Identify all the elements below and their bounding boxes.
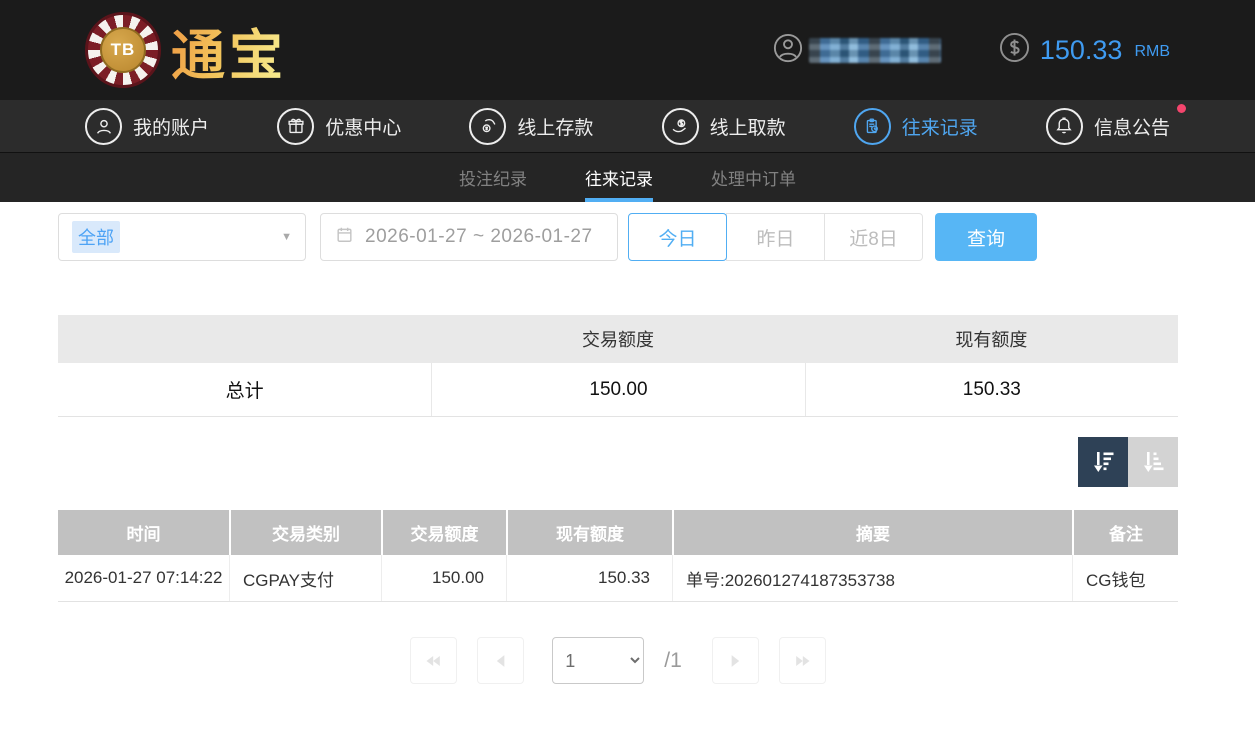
date-range-value: 2026-01-27 ~ 2026-01-27 (365, 226, 593, 248)
chevron-left-icon (491, 651, 511, 671)
nav-item-withdraw[interactable]: 线上取款 (662, 108, 786, 145)
tab-betting-records[interactable]: 投注纪录 (459, 153, 527, 202)
summary-total-row: 总计 150.00 150.33 (58, 363, 1178, 417)
last-page-button[interactable] (779, 637, 826, 684)
user-info[interactable] (773, 33, 941, 68)
summary-header-current-balance: 现有额度 (805, 326, 1178, 352)
notification-dot (1177, 104, 1186, 113)
chevron-down-icon: ▼ (281, 231, 292, 243)
tab-processing-orders[interactable]: 处理中订单 (711, 153, 796, 202)
nav-item-deposit[interactable]: 线上存款 (469, 108, 593, 145)
nav-item-transaction-records[interactable]: 往来记录 (854, 108, 978, 145)
nav-label: 我的账户 (133, 113, 209, 140)
type-dropdown-value: 全部 (72, 221, 120, 253)
col-header-balance: 现有额度 (506, 510, 672, 555)
records-clipboard-icon (854, 108, 891, 145)
chevron-right-icon (725, 651, 745, 671)
calendar-icon (335, 225, 354, 249)
last-8-days-button[interactable]: 近8日 (824, 213, 923, 261)
sort-descending-button[interactable] (1078, 437, 1128, 487)
quick-date-group: 今日 昨日 近8日 (628, 213, 923, 261)
cell-balance: 150.33 (506, 555, 672, 601)
nav-label: 线上存款 (517, 113, 593, 140)
filter-row: 全部 ▼ 2026-01-27 ~ 2026-01-27 今日 昨日 近8日 查… (58, 213, 1178, 261)
type-dropdown[interactable]: 全部 ▼ (58, 213, 306, 261)
query-button[interactable]: 查询 (935, 213, 1037, 261)
double-chevron-right-icon (792, 651, 812, 671)
nav-label: 线上取款 (710, 113, 786, 140)
col-header-summary: 摘要 (672, 510, 1072, 555)
sort-ascending-button[interactable] (1128, 437, 1178, 487)
total-pages-label: /1 (664, 649, 682, 673)
nav-label: 优惠中心 (325, 113, 401, 140)
summary-header-transaction-amount: 交易额度 (431, 326, 804, 352)
poker-chip-logo-icon: TB (85, 12, 161, 88)
main-nav: 我的账户 优惠中心 线上存款 线上取款 (0, 100, 1255, 152)
nav-item-announcements[interactable]: 信息公告 (1046, 108, 1170, 145)
user-avatar-icon (773, 33, 803, 68)
today-button[interactable]: 今日 (628, 213, 727, 261)
summary-current-balance: 150.33 (805, 363, 1178, 416)
logo[interactable]: TB 通宝 (85, 11, 287, 90)
sort-descending-icon (1089, 448, 1117, 476)
nav-label: 信息公告 (1094, 113, 1170, 140)
top-header: TB 通宝 150.33 RMB (0, 0, 1255, 100)
cell-note: CG钱包 (1072, 555, 1178, 601)
double-chevron-left-icon (424, 651, 444, 671)
logo-text: 通宝 (171, 11, 287, 90)
withdraw-hand-coin-icon (662, 108, 699, 145)
pagination: 1 /1 (58, 637, 1178, 684)
gift-icon (277, 108, 314, 145)
balance-amount: 150.33 (1040, 35, 1123, 66)
nav-label: 往来记录 (902, 113, 978, 140)
nav-item-my-account[interactable]: 我的账户 (85, 108, 209, 145)
yesterday-button[interactable]: 昨日 (726, 213, 825, 261)
date-range-input[interactable]: 2026-01-27 ~ 2026-01-27 (320, 213, 618, 261)
col-header-type: 交易类别 (229, 510, 381, 555)
cell-time: 2026-01-27 07:14:22 (58, 555, 229, 601)
coin-dollar-icon (999, 32, 1030, 68)
sort-controls (58, 437, 1178, 487)
col-header-note: 备注 (1072, 510, 1178, 555)
table-row: 2026-01-27 07:14:22 CGPAY支付 150.00 150.3… (58, 555, 1178, 602)
cell-amount: 150.00 (381, 555, 506, 601)
records-table: 时间 交易类别 交易额度 现有额度 摘要 备注 2026-01-27 07:14… (58, 510, 1178, 602)
cell-summary: 单号:202601274187353738 (672, 555, 1072, 601)
page-select[interactable]: 1 (552, 637, 644, 684)
masked-username (809, 38, 941, 63)
logo-badge: TB (100, 27, 146, 73)
balance[interactable]: 150.33 RMB (999, 32, 1170, 68)
summary-total-label: 总计 (58, 363, 431, 416)
records-table-header: 时间 交易类别 交易额度 现有额度 摘要 备注 (58, 510, 1178, 555)
deposit-hand-coin-icon (469, 108, 506, 145)
previous-page-button[interactable] (477, 637, 524, 684)
nav-item-promotions[interactable]: 优惠中心 (277, 108, 401, 145)
next-page-button[interactable] (712, 637, 759, 684)
col-header-amount: 交易额度 (381, 510, 506, 555)
balance-currency: RMB (1134, 43, 1170, 61)
first-page-button[interactable] (410, 637, 457, 684)
summary-table-header: 交易额度 现有额度 (58, 315, 1178, 363)
col-header-time: 时间 (58, 510, 229, 555)
summary-transaction-amount: 150.00 (431, 363, 804, 416)
user-circle-icon (85, 108, 122, 145)
sub-nav: 投注纪录 往来记录 处理中订单 (0, 152, 1255, 202)
sort-ascending-icon (1139, 448, 1167, 476)
summary-table: 交易额度 现有额度 总计 150.00 150.33 (58, 315, 1178, 417)
bell-icon (1046, 108, 1083, 145)
tab-transaction-records[interactable]: 往来记录 (585, 153, 653, 202)
cell-type: CGPAY支付 (229, 555, 381, 601)
